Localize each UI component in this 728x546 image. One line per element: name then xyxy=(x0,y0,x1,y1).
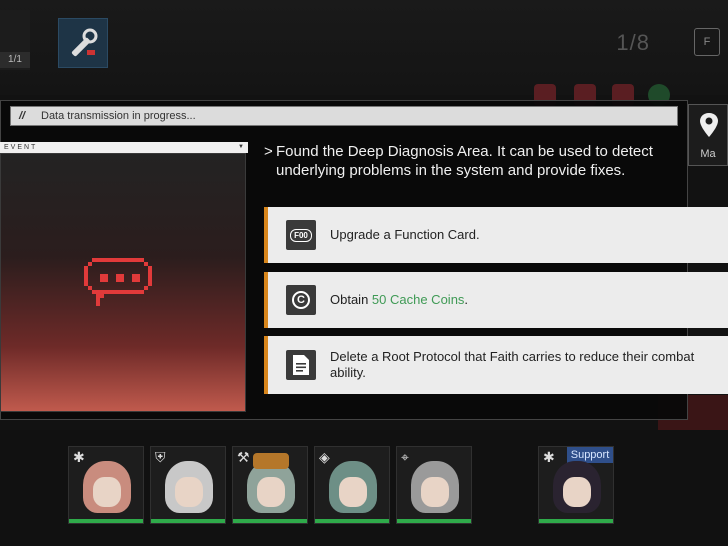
team-member-4[interactable]: ◈ xyxy=(314,446,390,524)
dialog-header-text: Data transmission in progress... xyxy=(41,110,196,122)
description-prefix: > xyxy=(264,143,273,160)
team-member-3[interactable]: ⚒ xyxy=(232,446,308,524)
hp-bar xyxy=(315,519,389,523)
option-delete-root-protocol[interactable]: Delete a Root Protocol that Faith carrie… xyxy=(264,336,728,394)
team-member-5[interactable]: ⌖ xyxy=(396,446,472,524)
sniper-class-icon: ◈ xyxy=(319,449,330,465)
medic-class-icon: ✱ xyxy=(543,449,555,465)
team-member-1[interactable]: ✱ xyxy=(68,446,144,524)
guard-class-icon: ⛨ xyxy=(155,449,166,465)
chat-bubble-icon xyxy=(84,258,152,306)
hp-bar xyxy=(539,519,613,523)
caret-down-icon: ▼ xyxy=(238,144,244,150)
cache-coin-amount: 50 Cache Coins xyxy=(371,292,465,307)
specialist-class-icon: ⚒ xyxy=(237,449,250,465)
hp-bar xyxy=(397,519,471,523)
option-text: Delete a Root Protocol that Faith carrie… xyxy=(330,349,695,380)
option-obtain-cache-coins[interactable]: C Obtain 50 Cache Coins. xyxy=(264,272,728,328)
cache-coin-icon: C xyxy=(286,285,316,315)
document-icon xyxy=(286,350,316,380)
option-text: Upgrade a Function Card. xyxy=(330,227,480,242)
hp-bar xyxy=(233,519,307,523)
option-text: Obtain 50 Cache Coins. xyxy=(330,292,469,307)
medic-class-icon: ✱ xyxy=(73,449,85,465)
option-upgrade-function-card[interactable]: F00 Upgrade a Function Card. xyxy=(264,207,728,263)
function-card-icon: F00 xyxy=(286,220,316,250)
map-label: Ma xyxy=(700,148,716,160)
tool-button[interactable] xyxy=(58,18,108,68)
document-glyph-icon xyxy=(293,355,309,375)
event-description: > Found the Deep Diagnosis Area. It can … xyxy=(264,142,664,180)
team-member-2[interactable]: ⛨ xyxy=(150,446,226,524)
left-counter: 1/1 xyxy=(0,52,30,68)
function-card-icon-text: F00 xyxy=(290,228,312,242)
wrench-icon xyxy=(71,28,98,57)
target-class-icon: ⌖ xyxy=(401,449,409,465)
stage-progress: 1/8 xyxy=(616,30,650,55)
map-pin-icon xyxy=(700,113,718,137)
function-card-button[interactable]: F xyxy=(694,28,720,56)
event-tag-bar: EVENT ▼ xyxy=(0,142,248,153)
hp-bar xyxy=(151,519,225,523)
dialog-header: // Data transmission in progress... xyxy=(10,106,678,126)
cache-coin-icon-text: C xyxy=(292,291,310,309)
support-member[interactable]: ✱ Support xyxy=(538,446,614,524)
header-slashes-icon: // xyxy=(19,110,26,122)
hp-bar xyxy=(69,519,143,523)
event-tag: EVENT xyxy=(4,144,38,151)
description-text: Found the Deep Diagnosis Area. It can be… xyxy=(276,143,653,179)
